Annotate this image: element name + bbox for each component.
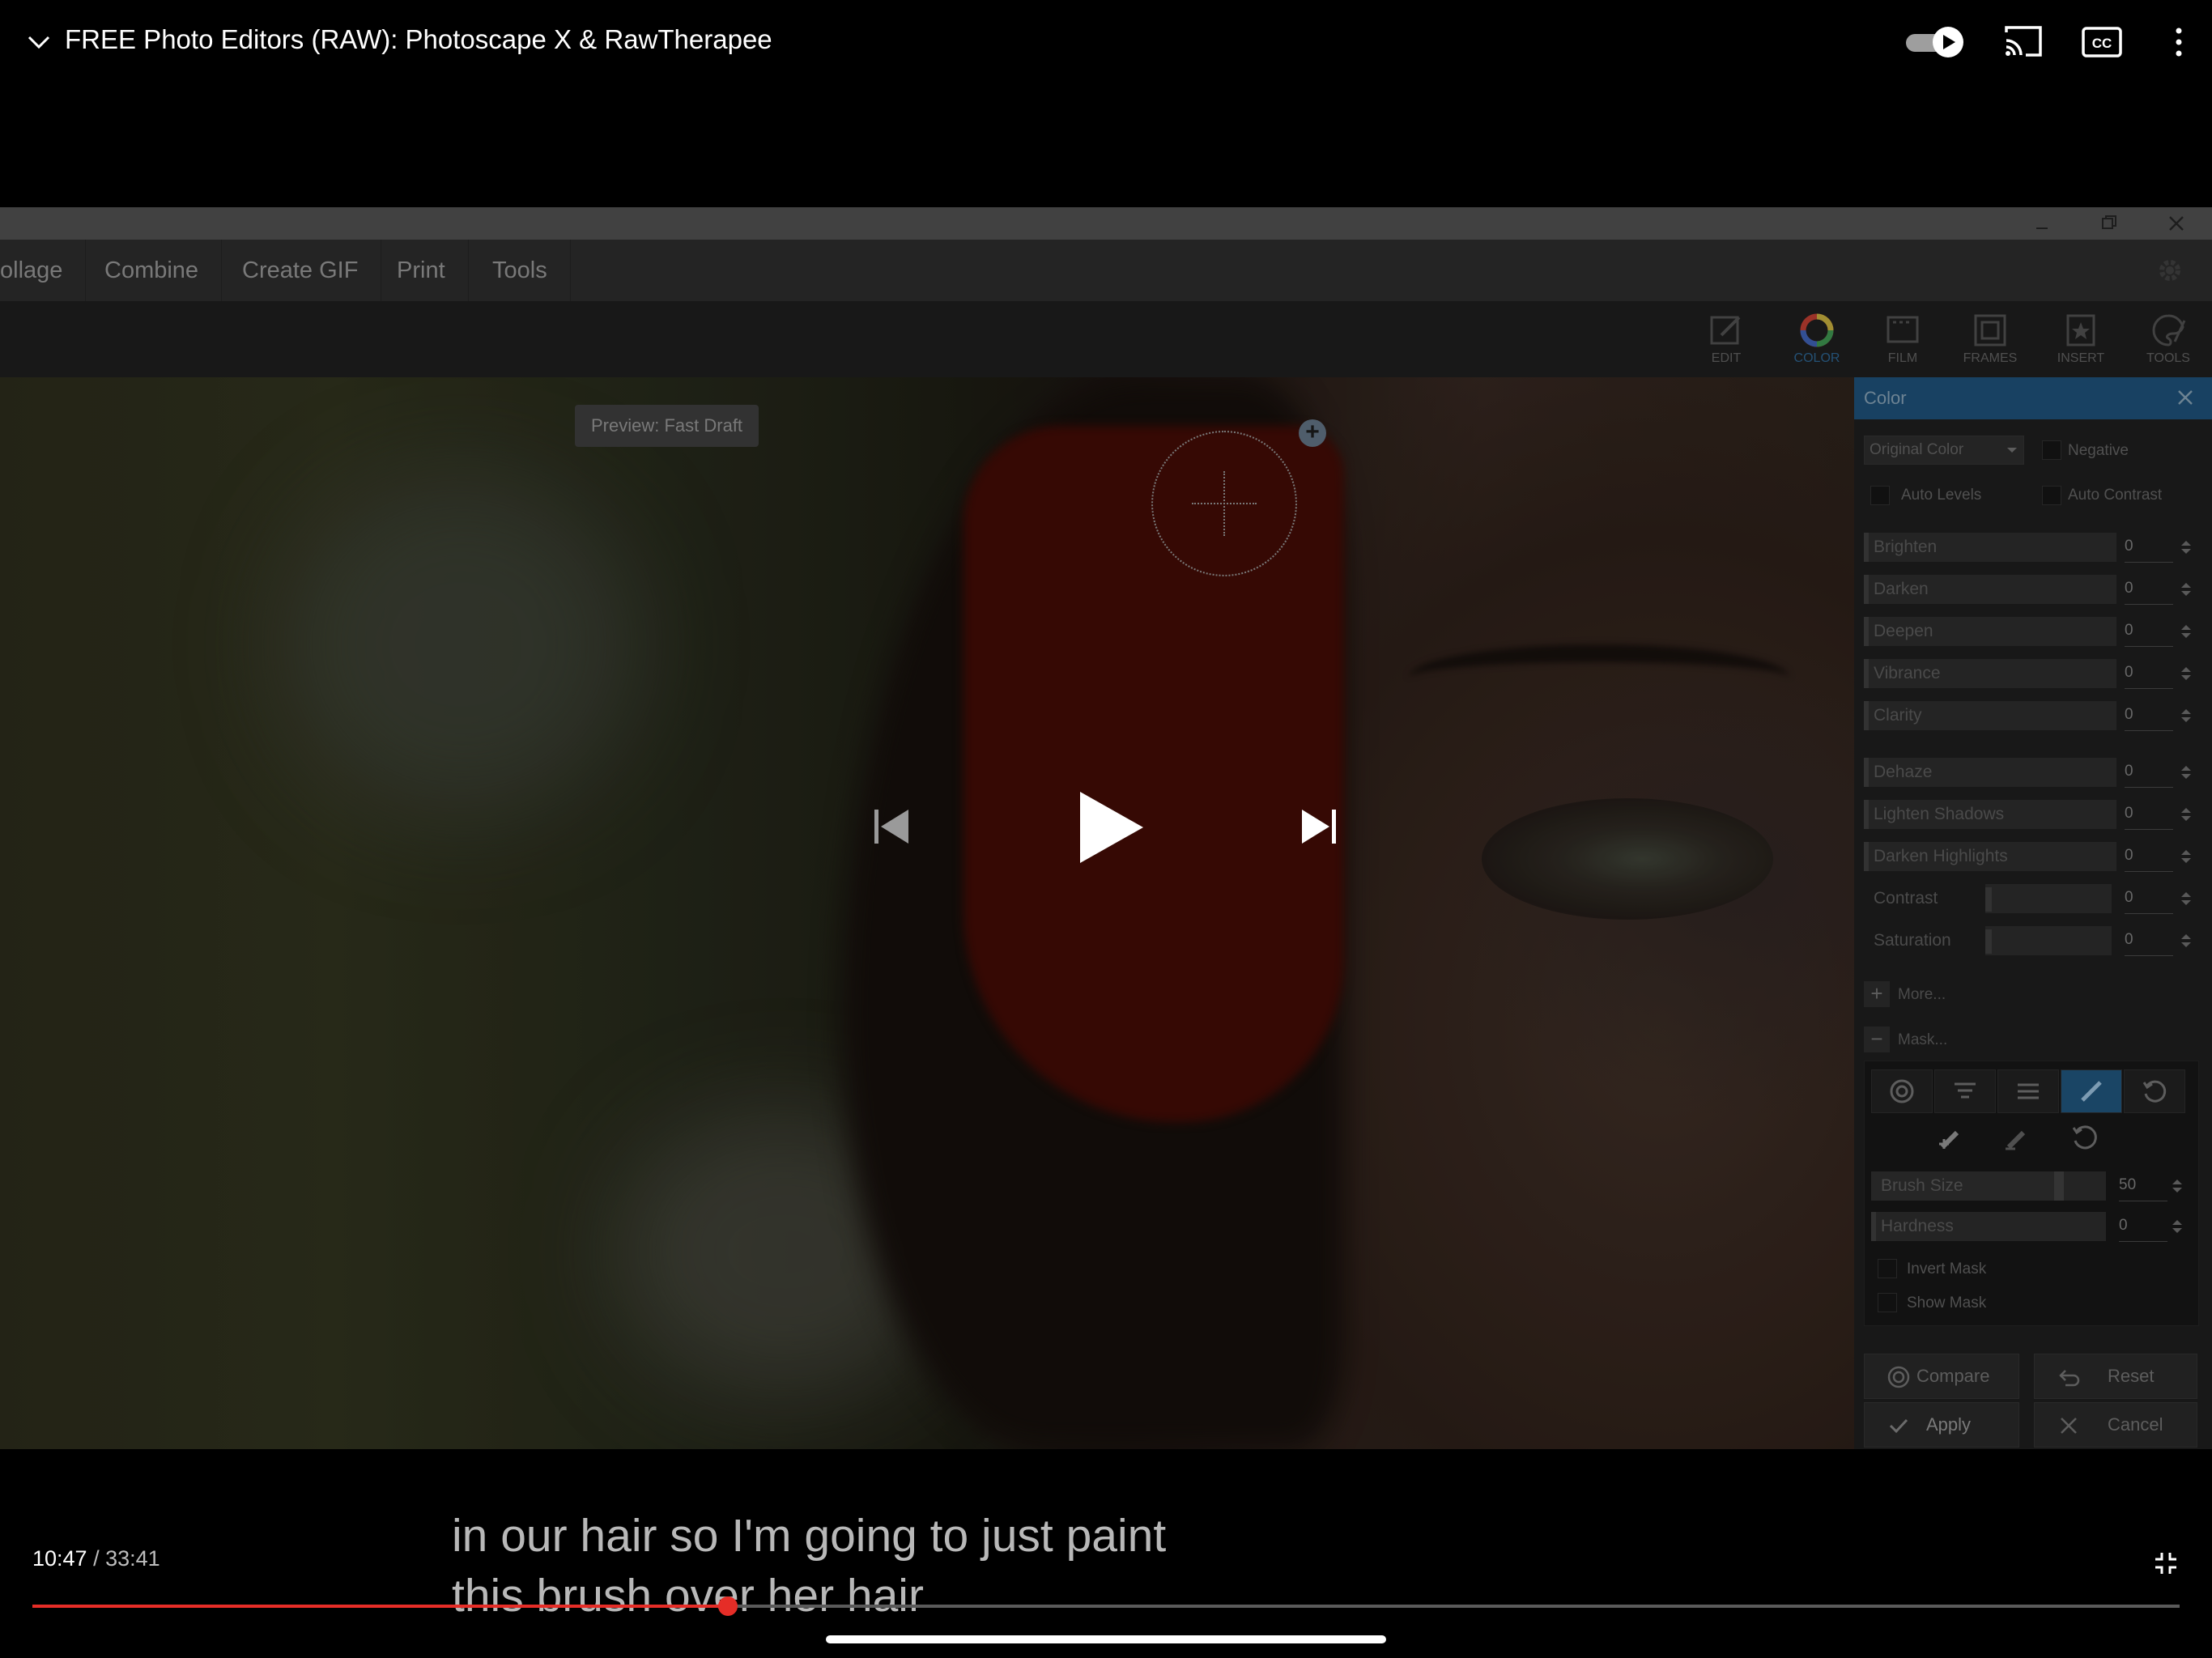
caption-line-2: this brush over her hair	[452, 1570, 924, 1622]
caption-line-1: in our hair so I'm going to just paint	[452, 1510, 1167, 1562]
time-display: 10:47 / 33:41	[32, 1546, 160, 1571]
more-vert-icon[interactable]	[2167, 24, 2191, 60]
scrubber-handle[interactable]	[718, 1596, 738, 1616]
seek-bar-played	[32, 1605, 728, 1608]
chevron-down-icon[interactable]	[24, 28, 53, 57]
cast-icon[interactable]	[2003, 23, 2044, 60]
player-top-bar: FREE Photo Editors (RAW): Photoscape X &…	[0, 0, 2212, 207]
next-video-icon[interactable]	[1300, 806, 1338, 847]
video-title: FREE Photo Editors (RAW): Photoscape X &…	[65, 24, 772, 54]
time-separator: /	[87, 1546, 106, 1571]
duration: 33:41	[105, 1546, 160, 1571]
play-icon[interactable]	[1077, 790, 1145, 865]
exit-fullscreen-icon[interactable]	[2154, 1551, 2178, 1575]
previous-video-icon[interactable]	[873, 806, 910, 847]
cc-icon[interactable]: CC	[2081, 26, 2123, 58]
current-time: 10:47	[32, 1546, 87, 1571]
autoplay-toggle[interactable]	[1904, 24, 1967, 60]
home-indicator	[826, 1635, 1386, 1643]
svg-text:CC: CC	[2092, 36, 2112, 51]
